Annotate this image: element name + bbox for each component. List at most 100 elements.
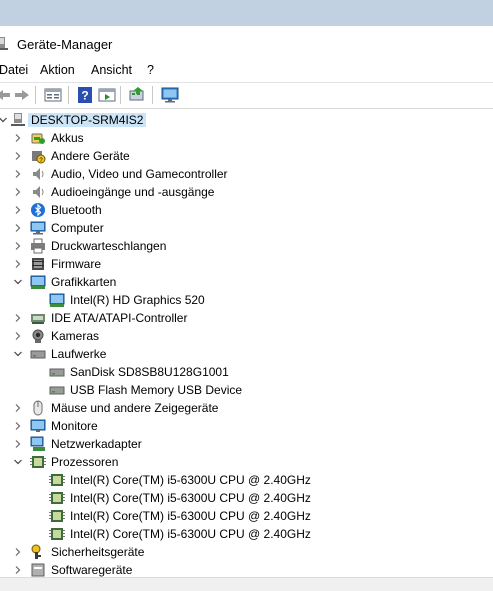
tree-category[interactable]: Firmware (0, 255, 493, 273)
tree-category[interactable]: Grafikkarten (0, 273, 493, 291)
tree-item-label: Intel(R) Core(TM) i5-6300U CPU @ 2.40GHz (70, 527, 311, 541)
tree-category[interactable]: Bluetooth (0, 201, 493, 219)
processor-icon (49, 510, 65, 522)
tree-category[interactable]: Akkus (0, 129, 493, 147)
battery-icon (31, 133, 45, 144)
tree-item-label: Intel(R) Core(TM) i5-6300U CPU @ 2.40GHz (70, 509, 311, 523)
tree-device[interactable]: Intel(R) HD Graphics 520 (0, 291, 493, 309)
chevron-right-icon[interactable] (13, 133, 23, 143)
tree-item-label: Akkus (51, 131, 84, 145)
menu-bar: Datei Aktion Ansicht ? (0, 60, 493, 83)
chevron-right-icon[interactable] (13, 187, 23, 197)
tree-item-label: Intel(R) Core(TM) i5-6300U CPU @ 2.40GHz (70, 491, 311, 505)
drive-icon (30, 350, 46, 359)
chevron-right-icon[interactable] (13, 241, 23, 251)
horizontal-scrollbar[interactable] (0, 577, 493, 591)
chevron-down-icon[interactable] (13, 457, 23, 467)
view-icon[interactable] (98, 86, 116, 104)
chevron-right-icon[interactable] (13, 565, 23, 575)
monitor-icon (30, 419, 46, 432)
display-adapter-icon (49, 293, 65, 307)
tree-item-label: Firmware (51, 257, 101, 271)
help-icon[interactable]: ? (76, 86, 94, 104)
title-bar: Geräte-Manager (0, 26, 493, 60)
tree-category[interactable]: Netzwerkadapter (0, 435, 493, 453)
network-adapter-icon (30, 436, 45, 451)
svg-text:?: ? (81, 89, 88, 103)
bluetooth-icon (31, 203, 45, 217)
tree-category[interactable]: Sicherheitsgeräte (0, 543, 493, 561)
properties-icon[interactable] (44, 86, 62, 104)
back-arrow-icon[interactable] (0, 86, 12, 104)
tree-category[interactable]: IDE ATA/ATAPI-Controller (0, 309, 493, 327)
tree-category[interactable]: Softwaregeräte (0, 561, 493, 577)
tree-device[interactable]: Intel(R) Core(TM) i5-6300U CPU @ 2.40GHz (0, 471, 493, 489)
tree-device[interactable]: Intel(R) Core(TM) i5-6300U CPU @ 2.40GHz (0, 489, 493, 507)
tree-item-label: Intel(R) Core(TM) i5-6300U CPU @ 2.40GHz (70, 473, 311, 487)
menu-help[interactable]: ? (145, 63, 156, 77)
tree-category[interactable]: Druckwarteschlangen (0, 237, 493, 255)
tree-category[interactable]: Computer (0, 219, 493, 237)
security-key-icon (31, 544, 41, 559)
tree-item-label: USB Flash Memory USB Device (70, 383, 243, 397)
chevron-down-icon[interactable] (13, 277, 23, 287)
mouse-icon (33, 400, 43, 416)
tree-item-label: Bluetooth (51, 203, 102, 217)
unknown-device-icon: ? (32, 151, 46, 164)
tree-category[interactable]: Prozessoren (0, 453, 493, 471)
update-driver-icon[interactable] (128, 86, 146, 104)
processor-icon (49, 474, 65, 486)
chevron-right-icon[interactable] (13, 151, 23, 161)
chevron-right-icon[interactable] (13, 169, 23, 179)
display-adapter-icon (30, 275, 46, 289)
tree-item-label: Audio, Video und Gamecontroller (51, 167, 228, 181)
chevron-right-icon[interactable] (13, 421, 23, 431)
tree-item-label: Monitore (51, 419, 98, 433)
tree-device[interactable]: USB Flash Memory USB Device (0, 381, 493, 399)
chevron-right-icon[interactable] (13, 403, 23, 413)
tree-root[interactable]: DESKTOP-SRM4IS2 (0, 111, 493, 129)
tree-category[interactable]: Audioeingänge und -ausgänge (0, 183, 493, 201)
tree-item-label: Mäuse und andere Zeigegeräte (51, 401, 219, 415)
tree-item-label: Prozessoren (51, 455, 119, 469)
chevron-right-icon[interactable] (13, 331, 23, 341)
toolbar-separator (152, 86, 153, 104)
device-tree[interactable]: DESKTOP-SRM4IS2 Akkus ? Andere Geräte Audio,… (0, 109, 493, 577)
chevron-right-icon[interactable] (13, 259, 23, 269)
tree-item-label: Audioeingänge und -ausgänge (51, 185, 215, 199)
tree-item-label: Druckwarteschlangen (51, 239, 167, 253)
firmware-icon (32, 258, 44, 270)
tree-category[interactable]: Audio, Video und Gamecontroller (0, 165, 493, 183)
tree-device[interactable]: Intel(R) Core(TM) i5-6300U CPU @ 2.40GHz (0, 525, 493, 543)
chevron-right-icon[interactable] (13, 547, 23, 557)
device-manager-icon (0, 37, 8, 50)
tree-item-label: Intel(R) HD Graphics 520 (70, 293, 205, 307)
toolbar-separator (68, 86, 69, 104)
window-title: Geräte-Manager (17, 37, 113, 52)
chevron-right-icon[interactable] (13, 223, 23, 233)
chevron-right-icon[interactable] (13, 313, 23, 323)
tree-category[interactable]: ? Andere Geräte (0, 147, 493, 165)
chevron-right-icon[interactable] (13, 205, 23, 215)
chevron-right-icon[interactable] (13, 439, 23, 449)
drive-icon (49, 386, 65, 395)
menu-datei[interactable]: Datei (0, 63, 30, 77)
software-device-icon (31, 563, 45, 577)
tree-device[interactable]: SanDisk SD8SB8U128G1001 (0, 363, 493, 381)
processor-icon (49, 492, 65, 504)
forward-arrow-icon[interactable] (13, 86, 31, 104)
camera-icon (32, 329, 44, 343)
monitor-scan-icon[interactable] (161, 86, 179, 104)
tree-category[interactable]: Monitore (0, 417, 493, 435)
drive-icon (49, 368, 65, 377)
menu-aktion[interactable]: Aktion (38, 63, 77, 77)
printer-icon (31, 238, 45, 254)
tree-category[interactable]: Mäuse und andere Zeigegeräte (0, 399, 493, 417)
chevron-down-icon[interactable] (0, 115, 8, 125)
chevron-down-icon[interactable] (13, 349, 23, 359)
window-top-strip (0, 0, 493, 26)
tree-category[interactable]: Laufwerke (0, 345, 493, 363)
tree-category[interactable]: Kameras (0, 327, 493, 345)
menu-ansicht[interactable]: Ansicht (89, 63, 134, 77)
tree-device[interactable]: Intel(R) Core(TM) i5-6300U CPU @ 2.40GHz (0, 507, 493, 525)
